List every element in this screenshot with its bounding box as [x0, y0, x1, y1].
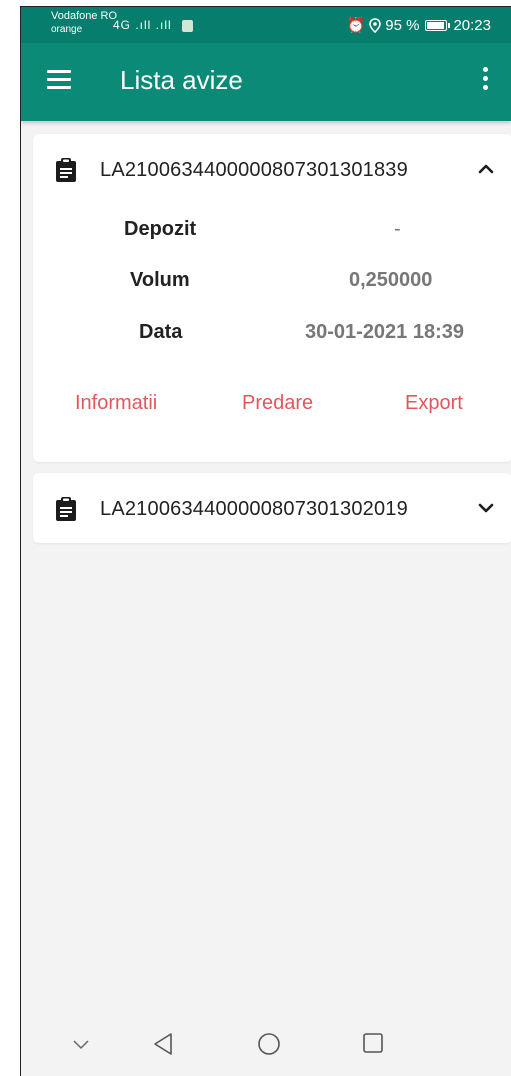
informatii-button[interactable]: Informatii	[75, 392, 157, 415]
carrier-name-secondary: orange	[51, 24, 83, 35]
chevron-down-icon[interactable]	[478, 501, 494, 515]
battery-fill	[427, 21, 444, 29]
aviz-card: LA2100634400000807301301839 Depozit - Vo…	[33, 134, 511, 462]
field-data: Data 30-01-2021 18:39	[33, 321, 511, 351]
card-header[interactable]: LA2100634400000807301301839	[33, 134, 511, 204]
battery-percent: 95 %	[385, 16, 420, 34]
clipboard-icon	[56, 158, 76, 182]
alarm-icon: ⏰	[346, 17, 366, 34]
hide-keyboard-icon[interactable]	[73, 1040, 89, 1050]
system-nav-bar	[21, 1014, 511, 1076]
recent-apps-icon[interactable]	[362, 1032, 384, 1054]
clock: 20:23	[453, 16, 491, 34]
aviz-id: LA2100634400000807301301839	[100, 159, 408, 181]
field-label: Depozit	[124, 218, 197, 240]
field-value: -	[394, 218, 401, 240]
signal-icon: 4G .ıll .ıll	[113, 18, 194, 32]
back-icon[interactable]	[152, 1032, 174, 1056]
carrier-info: Vodafone RO orange	[51, 10, 117, 36]
field-value: 30-01-2021 18:39	[305, 321, 465, 343]
export-button[interactable]: Export	[405, 392, 463, 415]
app-bar: Lista avize	[21, 43, 511, 121]
signal-strength-text: 4G .ıll .ıll	[113, 18, 172, 32]
aviz-card: LA2100634400000807301302019	[33, 473, 511, 543]
battery-icon	[425, 19, 451, 31]
status-bar: Vodafone RO orange 4G .ıll .ıll ⏰ 95 % 2…	[21, 7, 511, 43]
predare-button[interactable]: Predare	[242, 392, 313, 415]
field-label: Data	[139, 321, 183, 343]
card-header[interactable]: LA2100634400000807301302019	[33, 473, 511, 543]
location-icon	[369, 17, 382, 33]
home-icon[interactable]	[257, 1032, 281, 1056]
clipboard-icon	[56, 497, 76, 521]
more-options-icon[interactable]	[481, 67, 489, 93]
phone-screen: Vodafone RO orange 4G .ıll .ıll ⏰ 95 % 2…	[20, 6, 511, 1076]
field-label: Volum	[130, 269, 190, 291]
status-indicators: ⏰ 95 % 20:23	[346, 16, 491, 35]
page-title: Lista avize	[120, 65, 243, 95]
menu-icon[interactable]	[47, 70, 71, 90]
chevron-up-icon[interactable]	[478, 162, 494, 176]
field-depozit: Depozit -	[33, 218, 511, 248]
field-volum: Volum 0,250000	[33, 269, 511, 299]
field-value: 0,250000	[349, 269, 433, 291]
aviz-id: LA2100634400000807301302019	[100, 498, 408, 520]
card-actions: Informatii Predare Export	[33, 392, 511, 422]
carrier-name: Vodafone RO	[51, 10, 118, 22]
sim-icon	[182, 19, 194, 32]
